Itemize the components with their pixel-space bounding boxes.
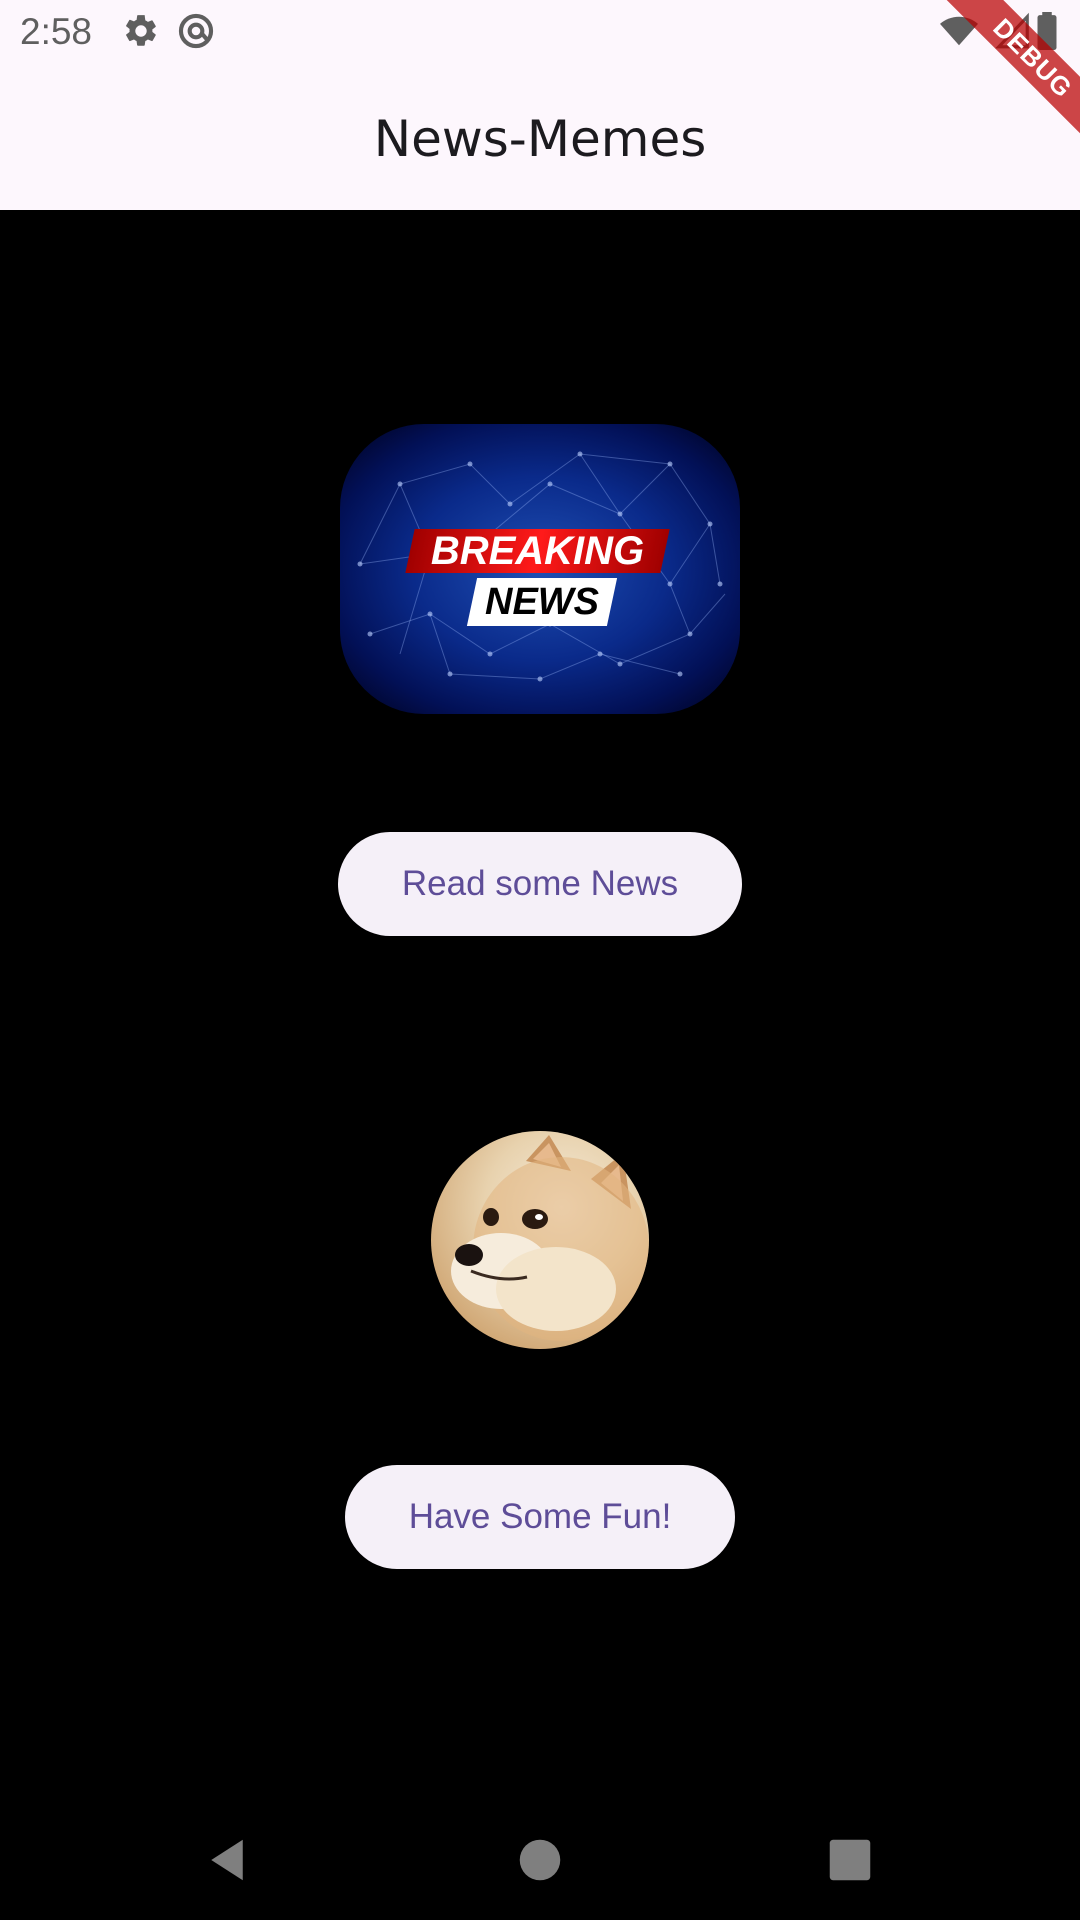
have-fun-button[interactable]: Have Some Fun!: [345, 1465, 735, 1569]
at-sign-icon: [177, 12, 215, 50]
debug-banner: DEBUG: [920, 0, 1080, 160]
breaking-text: BREAKING: [430, 529, 645, 573]
gear-icon: [122, 12, 160, 50]
breaking-news-image: BREAKING NEWS: [340, 424, 740, 714]
top-area: 2:58 News-Memes: [0, 0, 1080, 210]
navigation-bar: [0, 1800, 1080, 1920]
status-bar: 2:58: [0, 0, 1080, 63]
status-time: 2:58: [20, 11, 93, 52]
app-bar-title: News-Memes: [373, 110, 707, 168]
screen: 2:58 News-Memes DEBUG BREAKING NEWS Read…: [0, 0, 1080, 1920]
back-icon[interactable]: [200, 1833, 254, 1887]
doge-image[interactable]: [431, 1131, 649, 1349]
doge-face-graphic: [451, 1135, 649, 1341]
recents-icon[interactable]: [823, 1833, 877, 1887]
debug-banner-label: DEBUG: [937, 0, 1080, 154]
home-icon[interactable]: [513, 1833, 567, 1887]
read-news-button[interactable]: Read some News: [338, 832, 742, 936]
news-text: NEWS: [485, 581, 599, 623]
